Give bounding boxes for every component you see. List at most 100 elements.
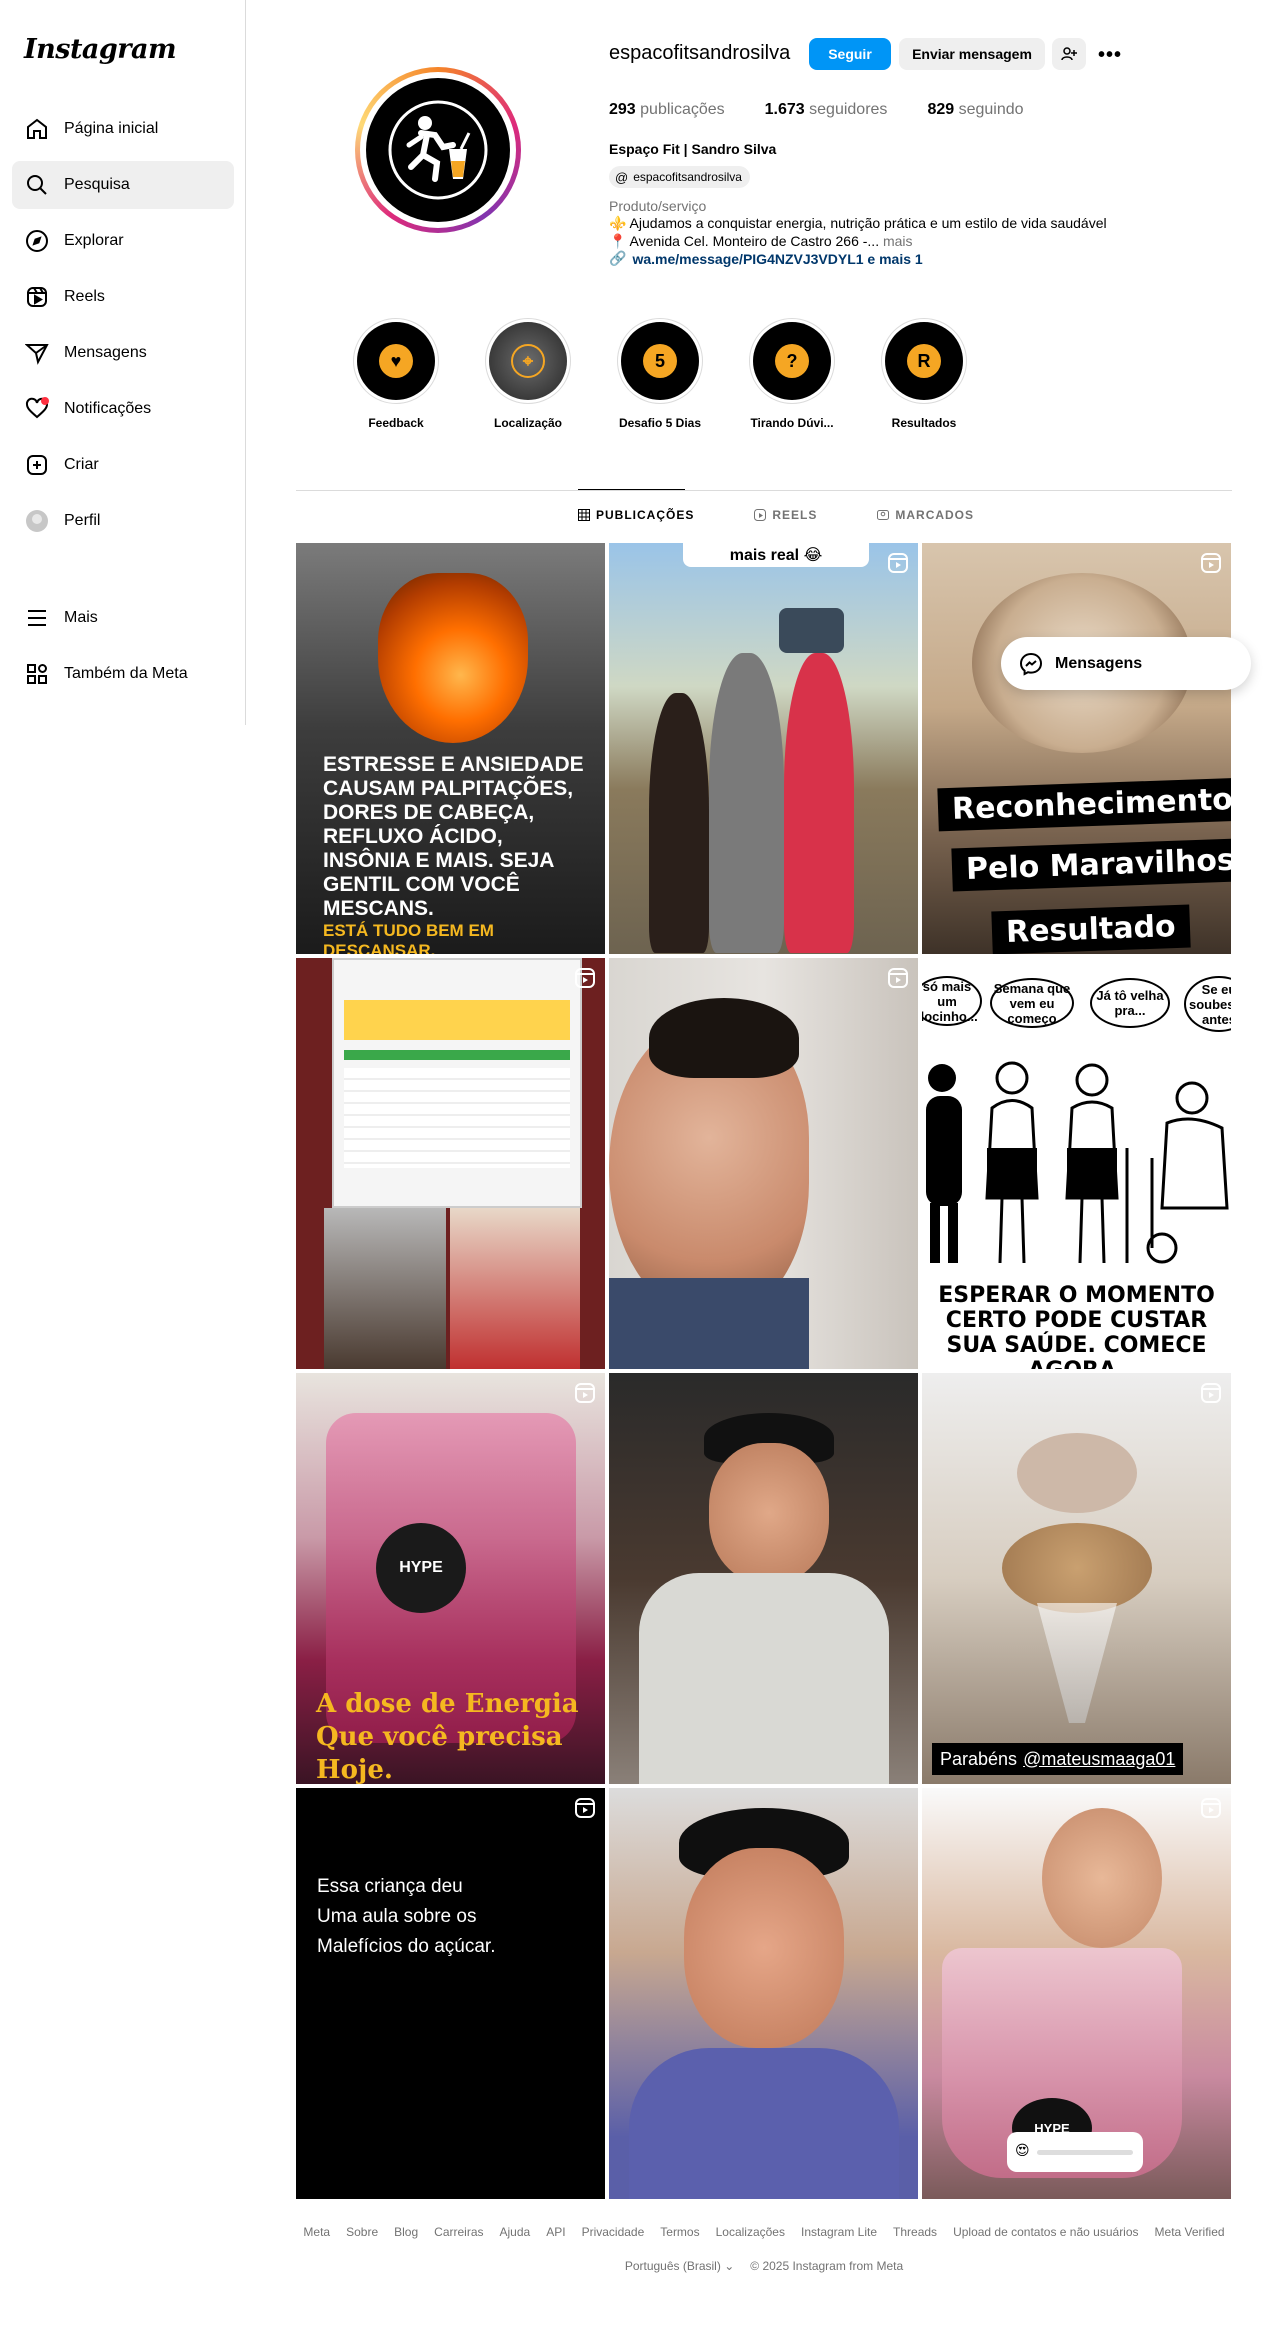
footer-link[interactable]: Sobre xyxy=(346,2225,378,2239)
footer-link[interactable]: Instagram Lite xyxy=(801,2225,877,2239)
footer-link[interactable]: Meta Verified xyxy=(1155,2225,1225,2239)
bio-more-link[interactable]: mais xyxy=(883,233,913,249)
post-banner: Pelo Maravilhoso xyxy=(951,837,1231,892)
footer-bottom: Português (Brasil) ⌄ © 2025 Instagram fr… xyxy=(296,2259,1232,2273)
footer-link[interactable]: Upload de contatos e não usuários xyxy=(953,2225,1138,2239)
speech-bubble: Semana que vem eu começo xyxy=(990,978,1074,1028)
threads-icon: @ xyxy=(615,169,629,185)
link-icon: 🔗 xyxy=(609,250,627,266)
post-tile[interactable]: Parabéns @mateusmaaga01 xyxy=(922,1373,1231,1784)
person-image xyxy=(684,1848,844,2048)
suggest-user-button[interactable] xyxy=(1052,38,1086,70)
more-options-icon[interactable]: ••• xyxy=(1098,44,1122,67)
floating-messages-button[interactable]: Mensagens xyxy=(1001,637,1251,690)
profile-picture[interactable] xyxy=(355,67,521,233)
reels-icon xyxy=(24,284,50,310)
post-tile[interactable]: Reconhecimento Pelo Maravilhoso Resultad… xyxy=(922,543,1231,954)
footer-link[interactable]: Carreiras xyxy=(434,2225,483,2239)
post-tile[interactable] xyxy=(609,1373,918,1784)
cream-image xyxy=(1017,1433,1137,1513)
heart-eyes-emoji-icon: 😍 xyxy=(1015,2142,1030,2158)
direct-icon xyxy=(24,340,50,366)
footer-link[interactable]: Termos xyxy=(660,2225,699,2239)
sidebar-item-label: Notificações xyxy=(64,400,152,417)
highlight-results[interactable]: R Resultados xyxy=(858,318,990,430)
highlight-location[interactable]: ⌖ Localização xyxy=(462,318,594,430)
post-tile[interactable]: só mais um docinho... Semana que vem eu … xyxy=(922,958,1231,1369)
footer-link[interactable]: Blog xyxy=(394,2225,418,2239)
sidebar-item-home[interactable]: Página inicial xyxy=(12,105,234,153)
footer-link[interactable]: Threads xyxy=(893,2225,937,2239)
reel-indicator-icon xyxy=(1201,1798,1221,1818)
language-selector[interactable]: Português (Brasil) ⌄ xyxy=(625,2259,734,2273)
instagram-logo[interactable]: Instagram xyxy=(24,34,177,65)
post-tile[interactable]: mais real 😂 xyxy=(609,543,918,954)
reel-indicator-icon xyxy=(575,1383,595,1403)
person-image xyxy=(450,1208,580,1369)
sidebar-item-create[interactable]: Criar xyxy=(12,441,234,489)
sidebar-item-search[interactable]: Pesquisa xyxy=(12,161,234,209)
speech-bubble: Se eu soubesse antes xyxy=(1184,976,1231,1032)
post-text-highlight: ESTÁ TUDO BEM EM DESCANSAR. xyxy=(323,921,494,954)
post-tile[interactable] xyxy=(609,958,918,1369)
reel-indicator-icon xyxy=(575,968,595,988)
post-text: ESTRESSE E ANSIEDADE CAUSAM PALPITAÇÕES,… xyxy=(323,753,584,920)
post-tile[interactable]: HYPE 😍 xyxy=(922,1788,1231,2199)
footer-link[interactable]: Ajuda xyxy=(500,2225,531,2239)
profile-tabs: PUBLICAÇÕES REELS MARCADOS xyxy=(578,508,974,522)
bio-external-link[interactable]: 🔗 wa.me/message/PIG4NZVJ3VDYL1 e mais 1 xyxy=(609,250,923,267)
reel-indicator-icon xyxy=(1201,553,1221,573)
sidebar-item-reels[interactable]: Reels xyxy=(12,273,234,321)
profile-username: espacofitsandrosilva xyxy=(609,42,791,64)
sidebar-item-more[interactable]: Mais xyxy=(12,594,234,642)
tabs-divider xyxy=(296,490,1232,491)
tag-icon xyxy=(877,510,890,520)
hair-image xyxy=(649,998,799,1078)
reel-indicator-icon xyxy=(888,968,908,988)
following-stat[interactable]: 829 seguindo xyxy=(927,101,1023,119)
tab-tagged[interactable]: MARCADOS xyxy=(877,508,974,522)
profile-stats: 293 publicações 1.673 seguidores 829 seg… xyxy=(609,101,1024,119)
footer-link[interactable]: Meta xyxy=(303,2225,330,2239)
post-caption: ESPERAR O MOMENTO CERTO PODE CUSTAR SUA … xyxy=(938,1283,1215,1369)
footer-link[interactable]: API xyxy=(546,2225,565,2239)
sidebar-item-explore[interactable]: Explorar xyxy=(12,217,234,265)
highlight-questions[interactable]: ? Tirando Dúvi... xyxy=(726,318,858,430)
glass-cup-image xyxy=(1037,1603,1117,1723)
sidebar-item-messages[interactable]: Mensagens xyxy=(12,329,234,377)
tab-reels[interactable]: REELS xyxy=(754,508,817,522)
threads-badge[interactable]: @ espacofitsandrosilva xyxy=(609,166,750,188)
avatar xyxy=(26,510,48,532)
highlight-challenge[interactable]: 5 Desafio 5 Dias xyxy=(594,318,726,430)
heart-chat-icon: ♥ xyxy=(379,344,413,378)
story-highlights: ♥ Feedback ⌖ Localização 5 Desafio 5 Dia… xyxy=(330,318,990,430)
aging-people-illustration xyxy=(926,1061,1229,1264)
post-tile[interactable]: ESTRESSE E ANSIEDADE CAUSAM PALPITAÇÕES,… xyxy=(296,543,605,954)
post-tile[interactable]: Essa criança deu Uma aula sobre os Malef… xyxy=(296,1788,605,2199)
send-message-button[interactable]: Enviar mensagem xyxy=(899,38,1045,70)
follow-button[interactable]: Seguir xyxy=(809,38,891,70)
number-five-icon: 5 xyxy=(643,344,677,378)
tab-posts[interactable]: PUBLICAÇÕES xyxy=(578,508,694,522)
followers-stat[interactable]: 1.673 seguidores xyxy=(765,101,888,119)
assessment-screenshot xyxy=(332,958,582,1208)
post-text: Essa criança deu Uma aula sobre os Malef… xyxy=(317,1876,496,1957)
sidebar-bottom: Mais Também da Meta xyxy=(12,594,234,706)
compass-icon xyxy=(24,228,50,254)
anatomical-heart-image xyxy=(378,573,528,743)
location-pin-icon: ⌖ xyxy=(511,344,545,378)
profile-category: Produto/serviço xyxy=(609,198,707,214)
footer-link[interactable]: Privacidade xyxy=(582,2225,645,2239)
highlight-feedback[interactable]: ♥ Feedback xyxy=(330,318,462,430)
sidebar-item-label: Também da Meta xyxy=(64,665,188,682)
posts-grid: ESTRESSE E ANSIEDADE CAUSAM PALPITAÇÕES,… xyxy=(296,543,1232,2199)
posts-stat: 293 publicações xyxy=(609,101,725,118)
sidebar-item-notifications[interactable]: Notificações xyxy=(12,385,234,433)
sidebar-item-profile[interactable]: Perfil xyxy=(12,497,234,545)
post-sticker: mais real 😂 xyxy=(683,543,869,567)
post-tile[interactable]: HYPE A dose de Energia Que você precisa … xyxy=(296,1373,605,1784)
post-tile[interactable] xyxy=(296,958,605,1369)
post-tile[interactable] xyxy=(609,1788,918,2199)
sidebar-item-also-from-meta[interactable]: Também da Meta xyxy=(12,650,234,698)
footer-link[interactable]: Localizações xyxy=(716,2225,785,2239)
